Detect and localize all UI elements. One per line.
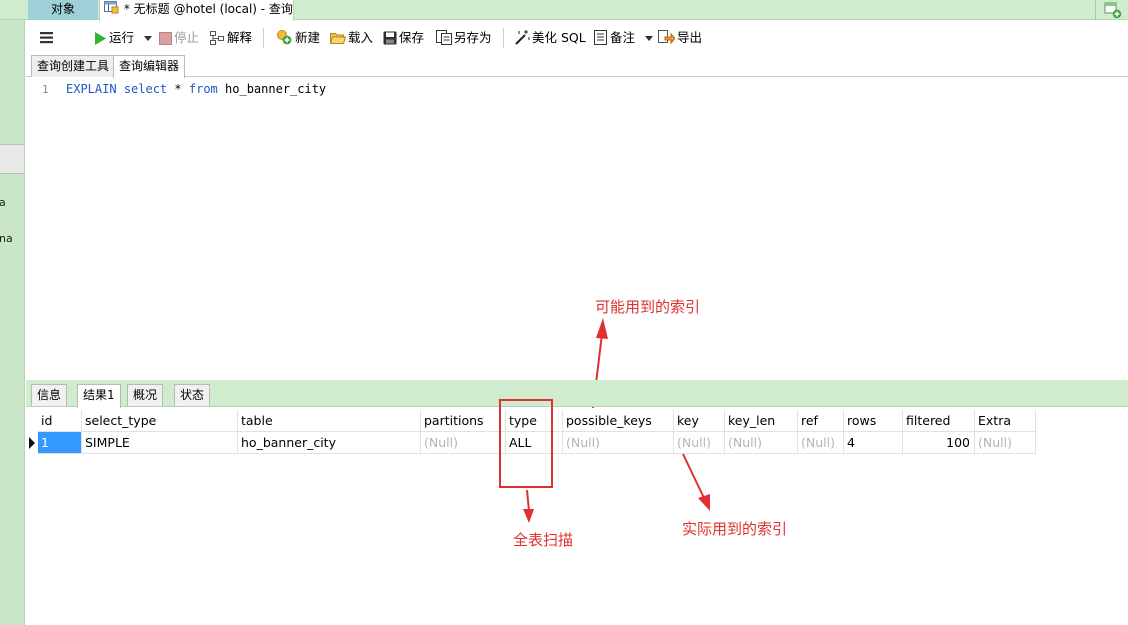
cell-key-len[interactable]: (Null) bbox=[725, 432, 798, 454]
explain-button[interactable]: 解释 bbox=[210, 29, 252, 47]
tab-info[interactable]: 信息 bbox=[31, 384, 68, 406]
column-header[interactable]: rows bbox=[844, 410, 903, 432]
editor-mode-tabs: 查询创建工具 查询编辑器 bbox=[26, 54, 1128, 78]
export-icon bbox=[658, 30, 676, 45]
tab-result-1[interactable]: 结果1 bbox=[77, 384, 121, 408]
tab-query[interactable]: * 无标题 @hotel (local) - 查询 bbox=[99, 0, 294, 21]
cell-filtered[interactable]: 100 bbox=[903, 432, 975, 454]
result-grid[interactable]: id select_type table partitions type pos… bbox=[26, 408, 1128, 625]
tab-strip-divider bbox=[1095, 0, 1096, 20]
chevron-down-icon bbox=[645, 36, 653, 41]
annotation-arrow-down bbox=[523, 489, 534, 523]
toolbar-divider bbox=[503, 28, 504, 48]
cell-partitions[interactable]: (Null) bbox=[421, 432, 506, 454]
column-header[interactable]: Extra bbox=[975, 410, 1036, 432]
query-tab-icon bbox=[104, 0, 120, 19]
column-header[interactable]: table bbox=[238, 410, 421, 432]
save-icon bbox=[383, 31, 397, 45]
annotation-arrow-diagonal bbox=[682, 453, 710, 511]
type-highlight-box bbox=[499, 399, 553, 488]
tab-status[interactable]: 状态 bbox=[174, 384, 211, 406]
sql-table-name: ho_banner_city bbox=[225, 82, 327, 96]
new-button[interactable]: 新建 bbox=[276, 29, 320, 47]
column-header[interactable]: ref bbox=[798, 410, 844, 432]
object-label-fragment: a bbox=[0, 196, 6, 209]
beautify-label: 美化 SQL bbox=[532, 30, 586, 45]
editor-gutter: 1 bbox=[26, 78, 60, 380]
load-label: 载入 bbox=[348, 30, 374, 45]
new-label: 新建 bbox=[295, 30, 321, 45]
object-label-fragment: na bbox=[0, 232, 13, 245]
stop-button[interactable]: 停止 bbox=[159, 29, 199, 47]
stop-label: 停止 bbox=[174, 30, 200, 45]
toolbar-divider bbox=[263, 28, 264, 48]
cell-rows[interactable]: 4 bbox=[844, 432, 903, 454]
stop-icon bbox=[159, 32, 172, 45]
column-header[interactable]: id bbox=[38, 410, 82, 432]
sql-keyword: from bbox=[188, 82, 218, 96]
object-pane-selection bbox=[0, 144, 24, 174]
run-button[interactable]: 运行 bbox=[94, 29, 154, 47]
query-tab-title: * 无标题 @hotel (local) - 查询 bbox=[123, 2, 293, 16]
export-button[interactable]: 导出 bbox=[658, 29, 702, 47]
beautify-sql-button[interactable]: 美化 SQL bbox=[514, 29, 586, 47]
save-as-label: 另存为 bbox=[454, 30, 492, 45]
save-as-button[interactable]: 另存为 bbox=[436, 29, 492, 47]
save-button[interactable]: 保存 bbox=[383, 29, 424, 47]
column-header[interactable]: partitions bbox=[421, 410, 506, 432]
column-header[interactable]: select_type bbox=[82, 410, 238, 432]
run-label: 运行 bbox=[109, 30, 135, 45]
comment-icon bbox=[594, 30, 607, 45]
result-tabs: 信息 结果1 概况 状态 bbox=[26, 380, 1128, 408]
row-indicator-icon bbox=[26, 432, 38, 454]
save-as-icon bbox=[436, 30, 452, 45]
menu-icon[interactable] bbox=[40, 29, 56, 47]
object-pane-strip[interactable]: a na bbox=[0, 20, 25, 625]
sql-keyword: select bbox=[123, 82, 168, 96]
new-tab-icon[interactable] bbox=[1104, 1, 1122, 19]
chevron-down-icon bbox=[144, 36, 152, 41]
document-tab-strip: 对象 * 无标题 @hotel (local) - 查询 bbox=[0, 0, 1128, 21]
column-header[interactable]: key bbox=[674, 410, 725, 432]
annotation-full-scan: 全表扫描 bbox=[513, 531, 574, 549]
annotation-possible-keys: 可能用到的索引 bbox=[595, 298, 701, 316]
magic-wand-icon bbox=[515, 30, 530, 45]
tab-objects[interactable]: 对象 bbox=[28, 0, 98, 20]
export-label: 导出 bbox=[677, 30, 703, 45]
explain-icon bbox=[210, 31, 224, 45]
cell-extra[interactable]: (Null) bbox=[975, 432, 1036, 454]
column-header[interactable]: filtered bbox=[903, 410, 975, 432]
play-icon bbox=[95, 32, 106, 45]
sql-keyword: EXPLAIN bbox=[66, 82, 117, 96]
tab-profile[interactable]: 概况 bbox=[127, 384, 164, 406]
folder-open-icon bbox=[329, 33, 347, 44]
cell-table[interactable]: ho_banner_city bbox=[238, 432, 421, 454]
comment-button[interactable]: 备注 bbox=[594, 29, 655, 47]
tab-query-editor[interactable]: 查询编辑器 bbox=[113, 55, 186, 78]
cell-key[interactable]: (Null) bbox=[674, 432, 725, 454]
column-header[interactable]: possible_keys bbox=[563, 410, 674, 432]
cell-id[interactable]: 1 bbox=[38, 432, 82, 454]
comment-label: 备注 bbox=[610, 30, 636, 45]
query-toolbar: 运行 停止 解释 新建 载入 保存 另存为 美化 SQL 备注 导出 bbox=[26, 21, 1128, 54]
sql-code-line[interactable]: EXPLAIN select * from ho_banner_city bbox=[66, 82, 326, 96]
cell-select-type[interactable]: SIMPLE bbox=[82, 432, 238, 454]
column-header[interactable]: key_len bbox=[725, 410, 798, 432]
sql-editor[interactable]: 1 EXPLAIN select * from ho_banner_city bbox=[26, 78, 1128, 380]
line-number: 1 bbox=[42, 83, 49, 96]
cell-possible-keys[interactable]: (Null) bbox=[563, 432, 674, 454]
save-label: 保存 bbox=[399, 30, 425, 45]
annotation-actual-key: 实际用到的索引 bbox=[682, 520, 788, 538]
sql-star: * bbox=[174, 82, 182, 96]
tab-query-builder[interactable]: 查询创建工具 bbox=[31, 55, 116, 77]
new-query-icon bbox=[277, 30, 292, 45]
load-button[interactable]: 载入 bbox=[329, 29, 374, 47]
explain-label: 解释 bbox=[227, 30, 253, 45]
cell-ref[interactable]: (Null) bbox=[798, 432, 844, 454]
